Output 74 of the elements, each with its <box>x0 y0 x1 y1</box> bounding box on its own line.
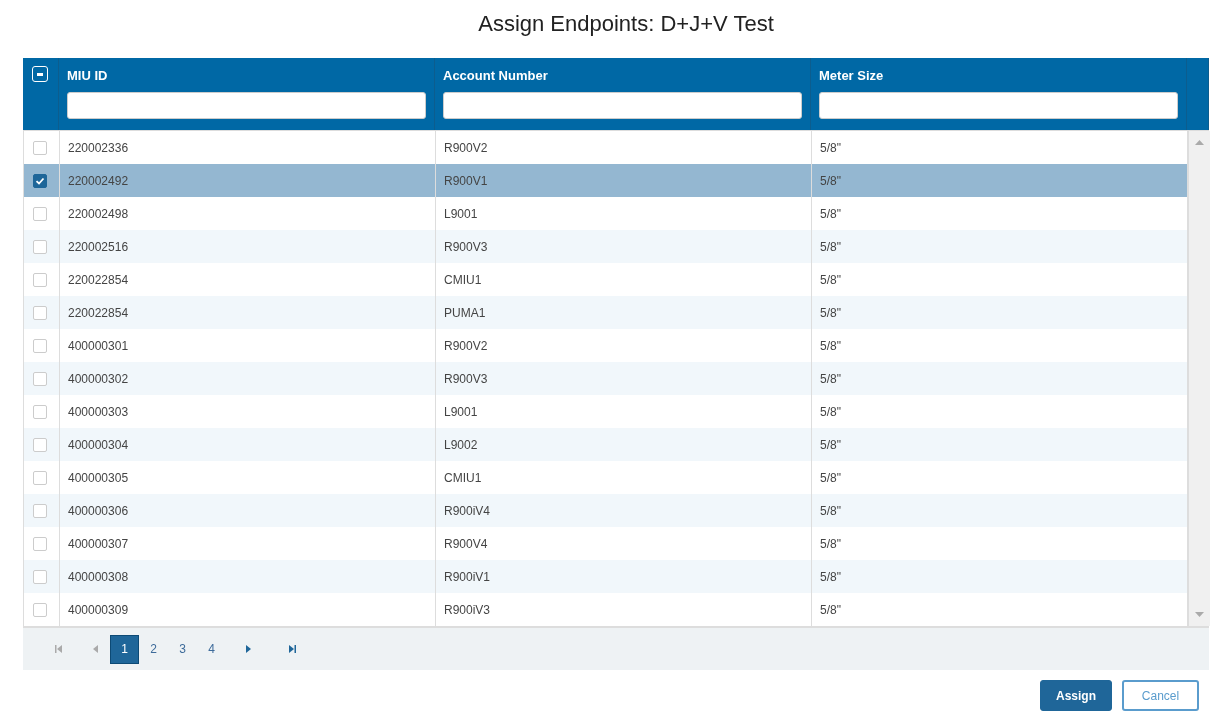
table-cell: 400000309 <box>68 602 129 617</box>
table-cell: 400000307 <box>68 536 129 551</box>
table-row[interactable]: 400000308 R900iV1 5/8" <box>24 560 1188 593</box>
table-cell: R900iV3 <box>444 602 491 617</box>
table-cell: 220002516 <box>68 239 129 254</box>
table-cell: 5/8" <box>820 305 841 320</box>
table-cell: 5/8" <box>820 272 841 287</box>
table-cell: 400000301 <box>68 338 129 353</box>
scroll-down-icon[interactable] <box>1195 612 1204 617</box>
table-cell: L9001 <box>444 404 478 419</box>
table-cell: R900V1 <box>444 173 488 188</box>
page-button[interactable]: 4 <box>197 634 226 664</box>
column-header: Account Number <box>443 68 549 84</box>
table-cell: 400000306 <box>68 503 129 518</box>
table-cell: 220002498 <box>68 206 129 221</box>
filter-field[interactable] <box>443 92 802 119</box>
table-cell: 400000302 <box>68 371 129 386</box>
table-cell: 220002336 <box>68 140 129 155</box>
table-cell: 5/8" <box>820 569 841 584</box>
table-cell: 220002492 <box>68 173 129 188</box>
page-button[interactable]: 2 <box>139 634 168 664</box>
scrollbar[interactable] <box>1188 131 1210 626</box>
table-cell: 5/8" <box>820 239 841 254</box>
table-row[interactable]: 400000302 R900V3 5/8" <box>24 362 1188 395</box>
scroll-up-icon[interactable] <box>1195 140 1204 145</box>
table-row[interactable]: 400000304 L9002 5/8" <box>24 428 1188 461</box>
filter-field[interactable] <box>819 92 1178 119</box>
table-cell: R900V3 <box>444 239 488 254</box>
table-cell: 5/8" <box>820 536 841 551</box>
table-cell: 400000305 <box>68 470 129 485</box>
table-cell: R900V4 <box>444 536 488 551</box>
last-page-icon[interactable] <box>288 645 296 653</box>
column-header: Meter Size <box>819 68 885 84</box>
table-cell: R900V2 <box>444 338 488 353</box>
next-page-icon[interactable] <box>244 645 252 653</box>
table-row[interactable]: 220002492 R900V1 5/8" <box>24 164 1188 197</box>
column-header: MIU ID <box>67 68 109 84</box>
checkbox[interactable] <box>33 173 47 188</box>
table-cell: 5/8" <box>820 140 841 155</box>
table-cell: 5/8" <box>820 437 841 452</box>
dialog-button[interactable]: Assign <box>1040 680 1112 711</box>
table-cell: R900iV1 <box>444 569 491 584</box>
select-all-checkbox[interactable] <box>32 66 48 82</box>
table-cell: 220022854 <box>68 305 129 320</box>
table-cell: 400000303 <box>68 404 129 419</box>
table-cell: 220022854 <box>68 272 129 287</box>
table-cell: 5/8" <box>820 602 841 617</box>
table-cell: 5/8" <box>820 338 841 353</box>
previous-page-icon[interactable] <box>91 645 100 653</box>
page-button[interactable]: 3 <box>168 634 197 664</box>
first-page-icon[interactable] <box>55 645 63 653</box>
dialog-title: Assign Endpoints: D+J+V Test <box>477 10 775 37</box>
table-cell: 5/8" <box>820 503 841 518</box>
table-cell: R900iV4 <box>444 503 491 518</box>
check-icon <box>35 175 45 186</box>
table-cell: CMIU1 <box>444 272 482 287</box>
filter-field[interactable] <box>67 92 426 119</box>
table-cell: R900V2 <box>444 140 488 155</box>
table-cell: 400000308 <box>68 569 129 584</box>
table-cell: 5/8" <box>820 371 841 386</box>
table-cell: CMIU1 <box>444 470 482 485</box>
table-cell: 5/8" <box>820 404 841 419</box>
table-cell: PUMA1 <box>444 305 486 320</box>
table-row[interactable]: 400000306 R900iV4 5/8" <box>24 494 1188 527</box>
table-cell: R900V3 <box>444 371 488 386</box>
table-cell: 5/8" <box>820 470 841 485</box>
table-cell: 5/8" <box>820 206 841 221</box>
page-button[interactable]: 1 <box>110 634 139 664</box>
table-row[interactable]: 220002516 R900V3 5/8" <box>24 230 1188 263</box>
table-cell: L9002 <box>444 437 478 452</box>
table-cell: 400000304 <box>68 437 129 452</box>
table-cell: L9001 <box>444 206 478 221</box>
table-cell: 5/8" <box>820 173 841 188</box>
table-row[interactable]: 220022854 PUMA1 5/8" <box>24 296 1188 329</box>
